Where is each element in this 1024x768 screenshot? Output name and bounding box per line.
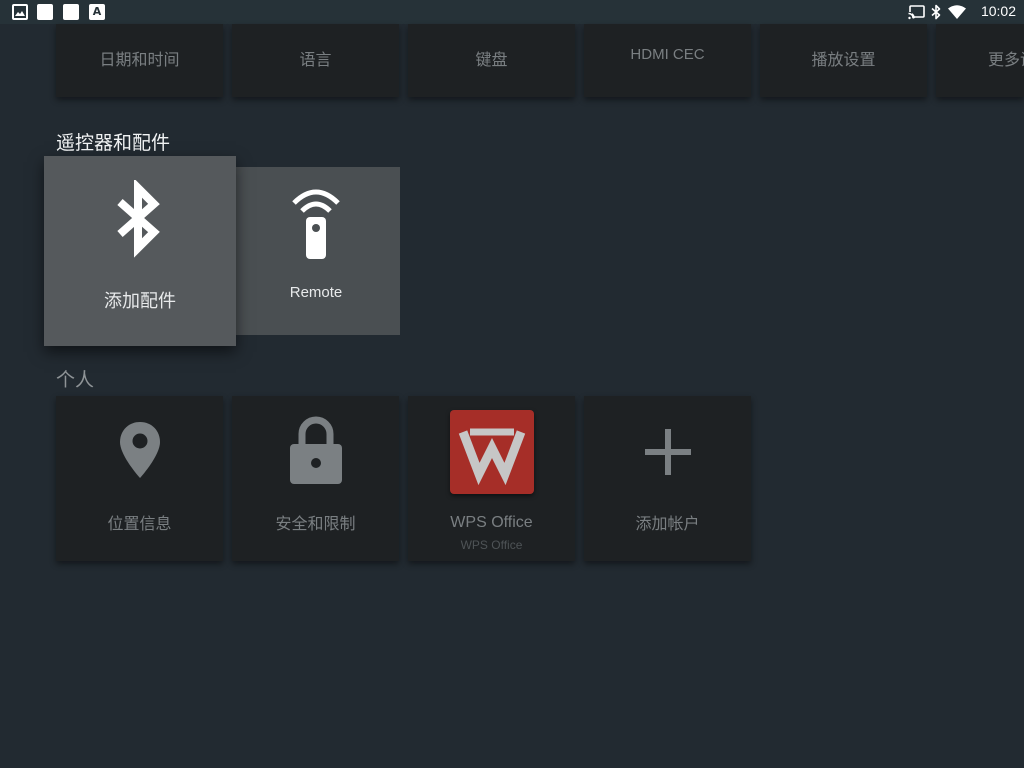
wps-office-card[interactable]: WPS Office WPS Office — [408, 396, 575, 561]
pref-keyboard[interactable]: 键盘 — [408, 24, 575, 97]
pref-label: 语言 — [299, 50, 332, 69]
location-label: 位置信息 — [107, 514, 172, 533]
lock-icon — [289, 416, 342, 484]
add-account-label: 添加帐户 — [635, 514, 700, 533]
bluetooth-icon — [117, 180, 160, 258]
location-card[interactable]: 位置信息 — [56, 396, 223, 561]
security-restrictions-card[interactable]: 安全和限制 — [232, 396, 399, 561]
wps-office-logo-icon — [450, 410, 534, 494]
remote-icon — [292, 189, 340, 259]
bluetooth-icon — [931, 4, 941, 20]
pref-more-settings[interactable]: 更多设 — [936, 24, 1024, 97]
clock: 10:02 — [980, 3, 1016, 19]
security-label: 安全和限制 — [275, 514, 356, 533]
add-accessory-label: 添加配件 — [104, 291, 176, 312]
white-square-notification-icon — [37, 4, 53, 20]
pref-label: 更多设 — [988, 50, 1024, 69]
pref-language[interactable]: 语言 — [232, 24, 399, 97]
pref-hdmi-cec[interactable]: HDMI CEC — [584, 24, 751, 97]
section-title-personal: 个人 — [56, 369, 95, 391]
plus-icon — [644, 429, 691, 475]
location-pin-icon — [119, 422, 160, 478]
white-square-notification-icon — [63, 4, 79, 20]
remote-card[interactable]: Remote — [232, 167, 400, 335]
pref-date-time[interactable]: 日期和时间 — [56, 24, 223, 97]
wifi-icon — [948, 5, 966, 19]
cast-icon — [908, 5, 925, 20]
pref-label: 日期和时间 — [99, 50, 180, 69]
wps-office-label: WPS Office — [450, 514, 533, 531]
add-account-card[interactable]: 添加帐户 — [584, 396, 751, 561]
status-bar: A 10:02 — [0, 0, 1024, 24]
a-letter-notification-icon: A — [89, 4, 105, 20]
pref-label: 键盘 — [475, 50, 508, 69]
pref-label: HDMI CEC — [630, 46, 705, 63]
add-accessory-card[interactable]: 添加配件 — [44, 156, 236, 346]
pref-label: 播放设置 — [811, 50, 876, 69]
section-title-accessories: 遥控器和配件 — [56, 132, 171, 154]
pref-playback-settings[interactable]: 播放设置 — [760, 24, 927, 97]
remote-label: Remote — [289, 284, 343, 301]
image-notification-icon — [12, 4, 28, 20]
wps-office-sublabel: WPS Office — [460, 538, 523, 552]
